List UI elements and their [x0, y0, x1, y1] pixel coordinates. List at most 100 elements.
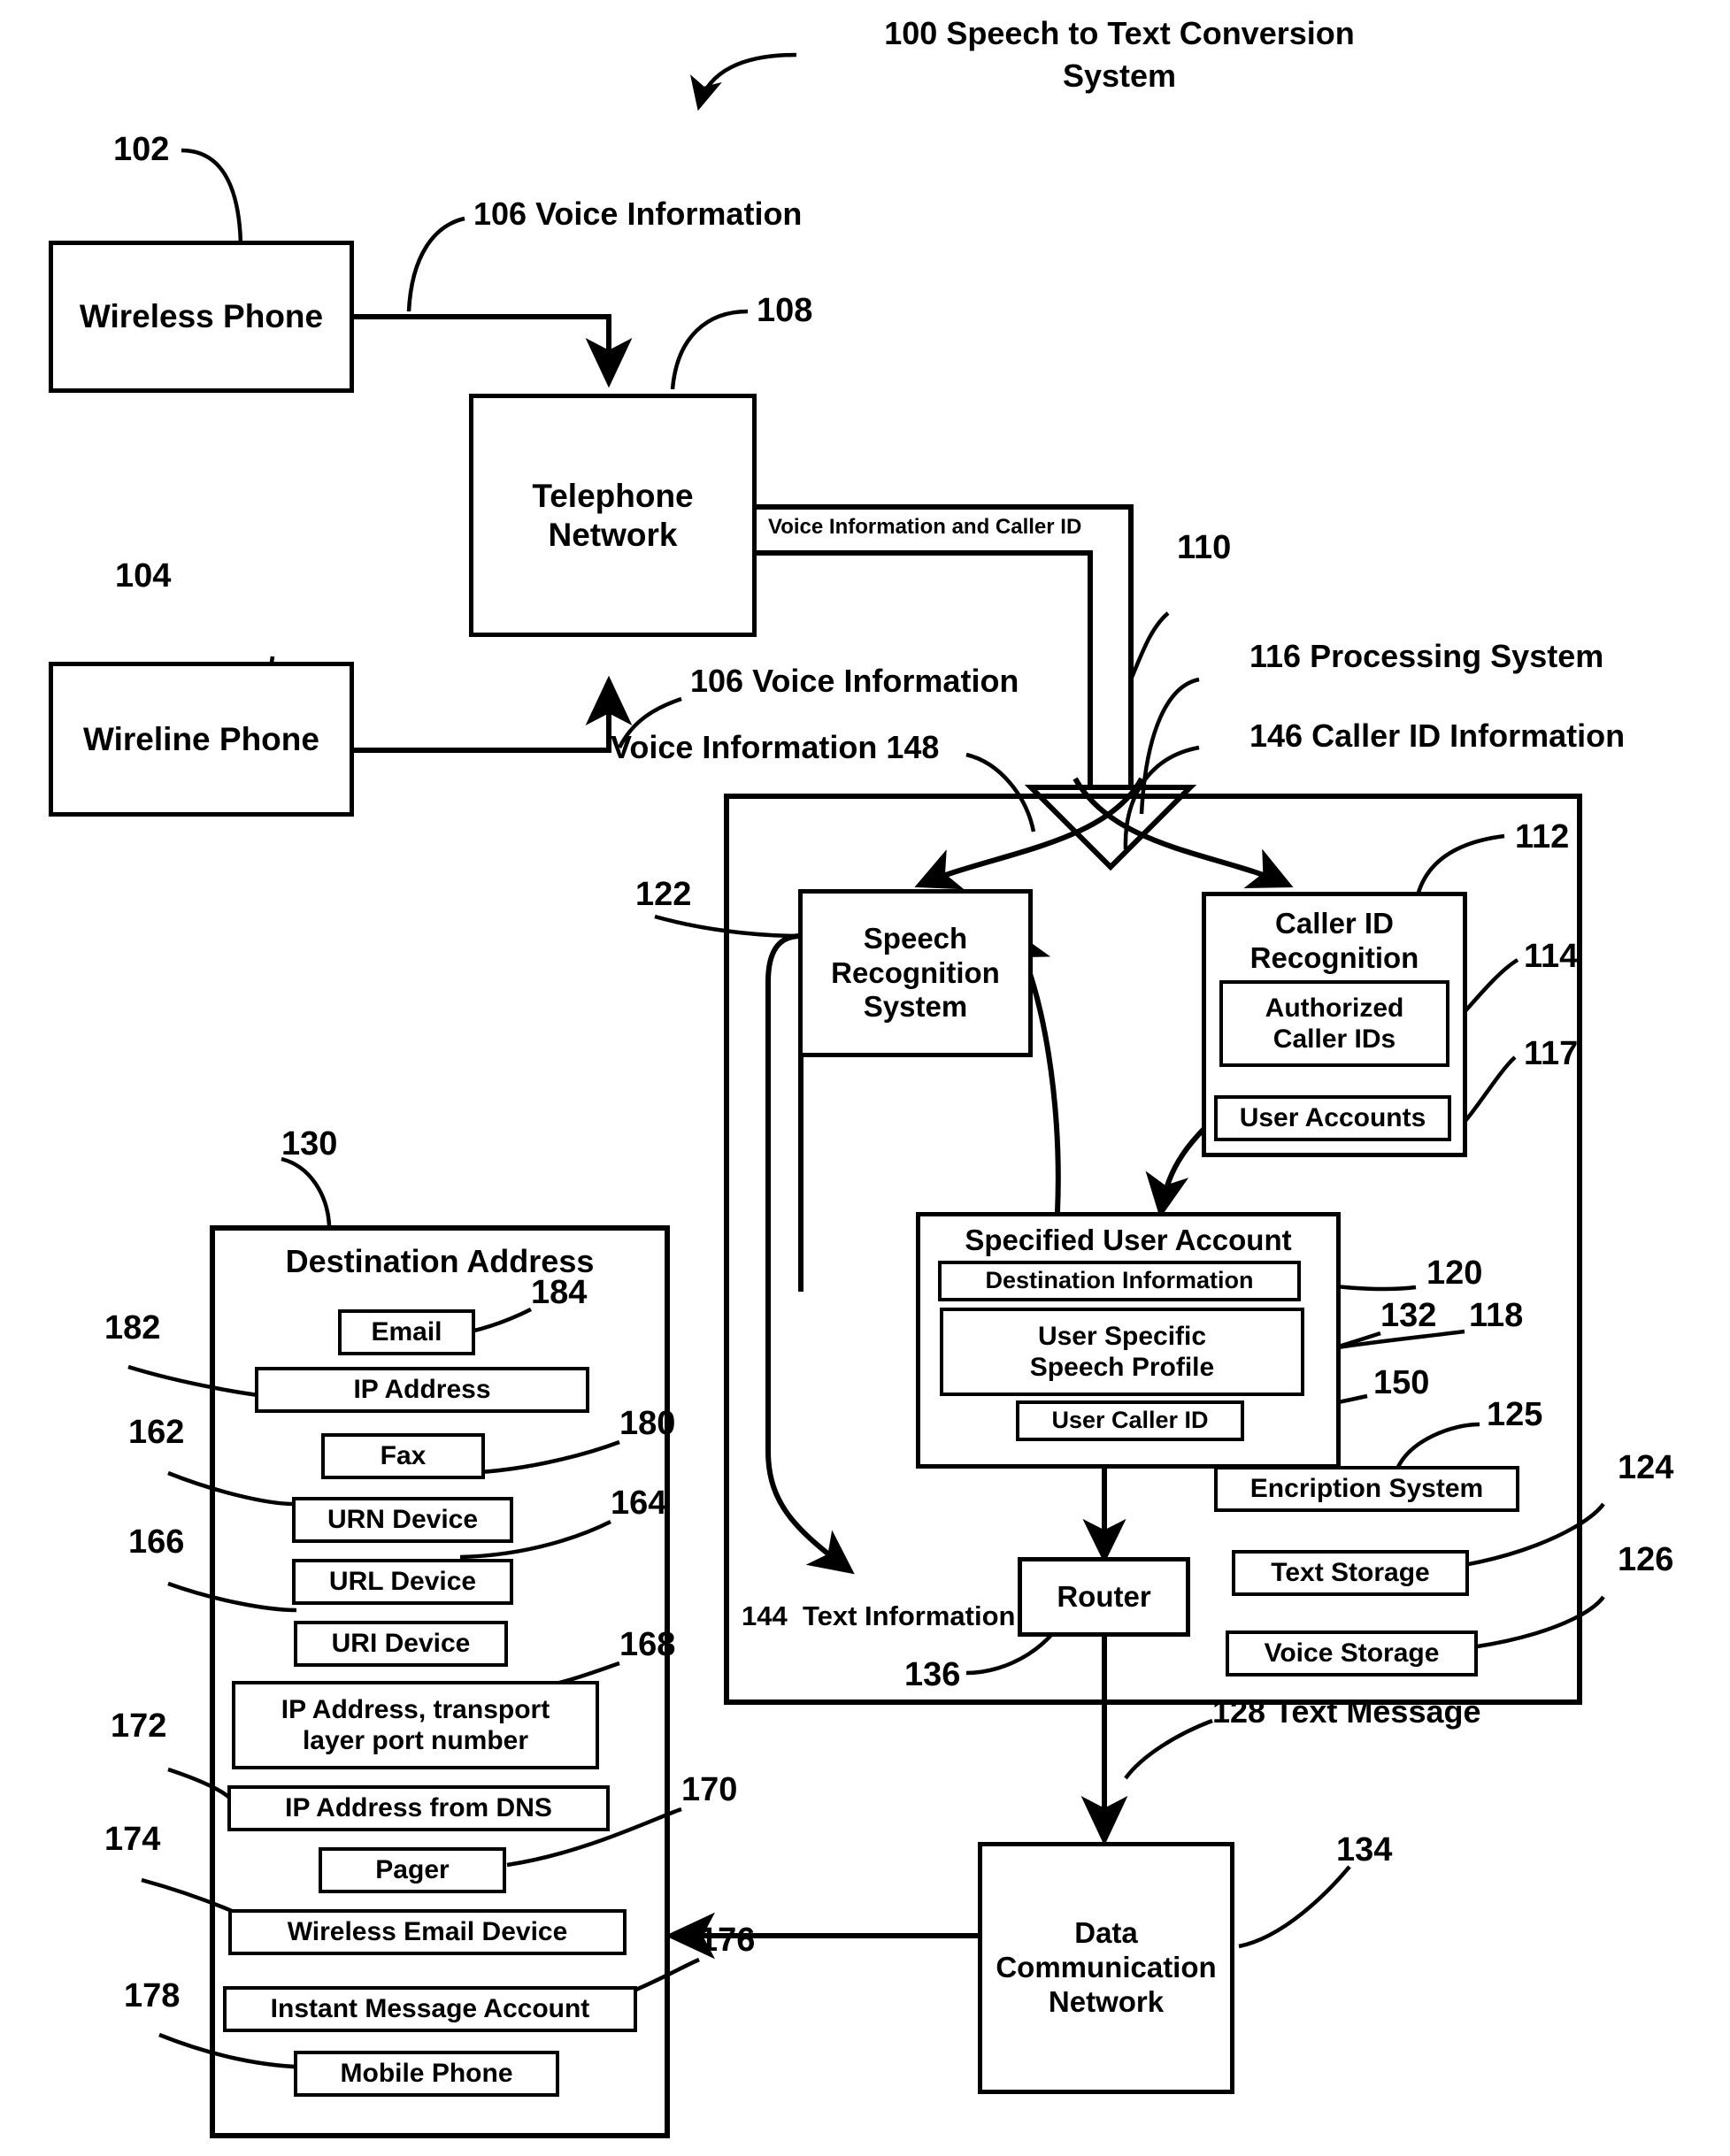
- ref-150: 150: [1373, 1364, 1430, 1401]
- destination-item-urn-device-label: URN Device: [327, 1505, 479, 1535]
- ref-114: 114: [1524, 938, 1579, 975]
- label-106-voice-information-bottom: 106 Voice Information: [690, 663, 1019, 699]
- leader-106-top: [406, 216, 465, 312]
- dcn-label-line3: Network: [1048, 1984, 1165, 2018]
- destination-item-url-device-label: URL Device: [328, 1567, 477, 1597]
- destination-item-mobile-phone-label: Mobile Phone: [340, 2059, 513, 2089]
- ref-162: 162: [128, 1414, 185, 1451]
- destination-item-pager: Pager: [319, 1847, 506, 1893]
- ref-174: 174: [104, 1821, 161, 1858]
- leader-108: [670, 309, 749, 390]
- leader-128: [1124, 1718, 1213, 1780]
- ref-184: 184: [531, 1274, 588, 1311]
- ref-180: 180: [619, 1405, 676, 1442]
- ref-118: 118: [1469, 1297, 1524, 1334]
- ref-110: 110: [1177, 529, 1232, 566]
- ref-124: 124: [1618, 1449, 1674, 1486]
- user-caller-id-box: User Caller ID: [1016, 1400, 1244, 1441]
- destination-information-label: Destination Information: [985, 1267, 1254, 1294]
- ref-108: 108: [757, 292, 813, 329]
- user-caller-id-label: User Caller ID: [1051, 1407, 1209, 1434]
- ref-132: 132: [1380, 1297, 1437, 1334]
- router-box: Router: [1018, 1557, 1190, 1637]
- leader-134: [1238, 1865, 1351, 1949]
- ref-168: 168: [619, 1626, 676, 1663]
- label-148-voice-information: Voice Information 148: [611, 729, 940, 765]
- destination-item-ip-from-dns-label: IP Address from DNS: [285, 1793, 552, 1823]
- ref-166: 166: [128, 1523, 185, 1561]
- text-storage-label: Text Storage: [1271, 1558, 1430, 1588]
- ref-164: 164: [611, 1485, 667, 1522]
- destination-item-wireless-email-device-label: Wireless Email Device: [287, 1917, 568, 1947]
- label-144-text-information: 144 Text Information: [742, 1600, 1016, 1631]
- wireless-phone-box: Wireless Phone: [49, 241, 354, 393]
- authorized-caller-ids-box: Authorized Caller IDs: [1219, 980, 1449, 1067]
- ref-130: 130: [281, 1125, 338, 1162]
- destination-item-ip-from-dns: IP Address from DNS: [227, 1785, 610, 1831]
- voice-storage-box: Voice Storage: [1226, 1630, 1478, 1676]
- destination-item-ip-transport-line2: layer port number: [302, 1726, 529, 1755]
- encription-system-box: Encription System: [1214, 1466, 1519, 1512]
- dcn-label-line1: Data: [1074, 1916, 1138, 1950]
- destination-item-email-label: Email: [371, 1317, 442, 1347]
- destination-item-ip-transport-line1: IP Address, transport: [281, 1694, 550, 1724]
- destination-item-ip-address: IP Address: [255, 1367, 589, 1413]
- destination-item-mobile-phone: Mobile Phone: [294, 2051, 559, 2097]
- ref-126: 126: [1618, 1541, 1674, 1578]
- edge-wireline-to-network: [354, 675, 633, 753]
- leader-102: [181, 148, 243, 244]
- destination-item-wireless-email-device: Wireless Email Device: [228, 1909, 627, 1955]
- voice-storage-label: Voice Storage: [1264, 1638, 1440, 1669]
- ref-117: 117: [1524, 1035, 1579, 1072]
- router-label: Router: [1057, 1579, 1151, 1613]
- ref-136: 136: [904, 1656, 961, 1693]
- user-specific-speech-profile-line2: Speech Profile: [1029, 1353, 1215, 1382]
- figure-title-line1: 100 Speech to Text Conversion: [884, 15, 1355, 51]
- leader-110: [1128, 611, 1170, 680]
- ref-112: 112: [1515, 818, 1570, 855]
- ref-172: 172: [111, 1707, 167, 1745]
- encription-system-label: Encription System: [1249, 1474, 1484, 1504]
- telephone-network-label-line2: Network: [548, 516, 678, 553]
- caller-id-recognition-label-line1: Caller ID: [1275, 907, 1394, 940]
- destination-item-ip-transport: IP Address, transport layer port number: [232, 1681, 599, 1769]
- leader-100: [689, 52, 797, 111]
- destination-address-title: Destination Address: [285, 1243, 595, 1279]
- speech-recognition-system-box: Speech Recognition System: [798, 889, 1033, 1057]
- ref-125: 125: [1487, 1396, 1543, 1433]
- destination-item-urn-device: URN Device: [292, 1497, 513, 1543]
- text-storage-box: Text Storage: [1232, 1550, 1469, 1596]
- destination-item-pager-label: Pager: [375, 1855, 450, 1885]
- label-146-caller-id-information: 146 Caller ID Information: [1249, 717, 1626, 754]
- destination-item-uri-device: URI Device: [294, 1621, 508, 1667]
- destination-item-uri-device-label: URI Device: [331, 1629, 471, 1659]
- destination-item-instant-message-account-label: Instant Message Account: [270, 1994, 590, 2024]
- telephone-network-label-line1: Telephone: [532, 477, 694, 514]
- specified-user-account-title: Specified User Account: [965, 1224, 1292, 1256]
- leader-130: [281, 1156, 332, 1226]
- ref-102: 102: [113, 131, 170, 168]
- destination-item-instant-message-account: Instant Message Account: [223, 1986, 637, 2032]
- figure-title-line2: System: [1062, 58, 1177, 94]
- speech-recognition-label-line2: Recognition: [831, 955, 1000, 989]
- ref-176: 176: [699, 1922, 756, 1959]
- user-specific-speech-profile-line1: User Specific: [1037, 1321, 1207, 1351]
- ref-182: 182: [104, 1309, 161, 1347]
- speech-recognition-label-line3: System: [863, 990, 968, 1024]
- label-106-voice-information-top: 106 Voice Information: [473, 196, 803, 232]
- patent-figure-sheet: 100 Speech to Text Conversion System 102…: [0, 0, 1730, 2156]
- destination-item-email: Email: [338, 1309, 475, 1355]
- telephone-network-box: Telephone Network: [469, 394, 757, 637]
- wireline-phone-box: Wireline Phone: [49, 662, 354, 817]
- ref-134: 134: [1336, 1831, 1393, 1868]
- edge-wireless-to-network: [354, 314, 633, 388]
- label-116-processing-system: 116 Processing System: [1249, 638, 1604, 674]
- destination-item-url-device: URL Device: [292, 1559, 513, 1605]
- ref-104: 104: [115, 557, 172, 595]
- authorized-caller-ids-label-line1: Authorized: [1265, 993, 1404, 1023]
- destination-item-ip-address-label: IP Address: [353, 1375, 491, 1405]
- user-accounts-box: User Accounts: [1214, 1095, 1451, 1141]
- label-128-text-message: 128 Text Message: [1212, 1693, 1481, 1730]
- authorized-caller-ids-label-line2: Caller IDs: [1273, 1024, 1396, 1054]
- user-accounts-label: User Accounts: [1239, 1103, 1426, 1133]
